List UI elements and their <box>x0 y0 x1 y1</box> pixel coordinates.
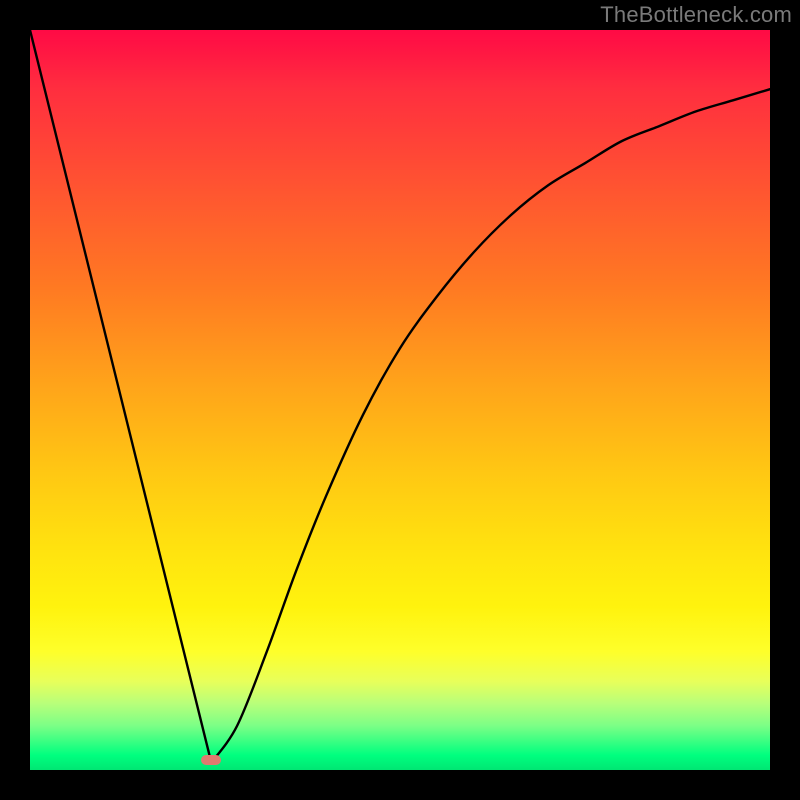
curve-path <box>30 30 770 763</box>
bottleneck-curve <box>30 30 770 770</box>
chart-frame: TheBottleneck.com <box>0 0 800 800</box>
min-marker <box>201 755 221 765</box>
plot-area <box>30 30 770 770</box>
watermark-text: TheBottleneck.com <box>600 2 792 28</box>
